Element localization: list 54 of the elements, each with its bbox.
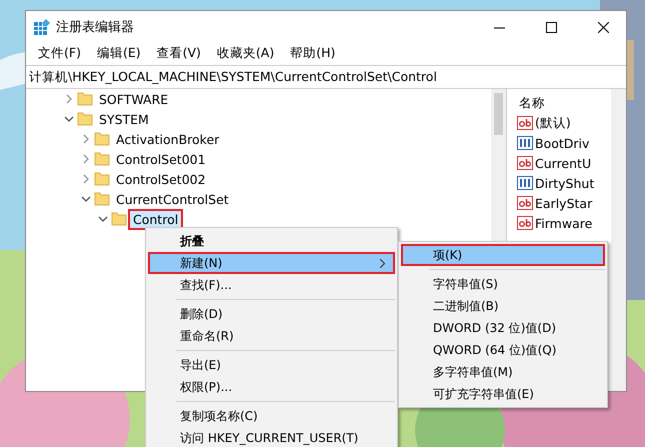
value-name[interactable]: Firmware: [535, 216, 592, 230]
folder-icon: [94, 192, 110, 206]
string-value-icon: [517, 216, 533, 230]
value-name[interactable]: EarlyStar: [535, 196, 592, 210]
scrollbar[interactable]: [611, 89, 626, 391]
menu-item[interactable]: 收藏夹(A): [208, 44, 282, 62]
value-name[interactable]: BootDriv: [535, 136, 590, 150]
string-value-icon: [517, 156, 533, 170]
tree-item[interactable]: ActivationBroker: [113, 130, 222, 148]
folder-icon: [77, 112, 93, 126]
menu-item[interactable]: 编辑(E): [88, 44, 149, 62]
context-menu-item[interactable]: 删除(D): [148, 303, 395, 325]
submenu-item[interactable]: 项(K): [401, 244, 605, 266]
folder-icon: [77, 92, 93, 106]
column-header[interactable]: 名称: [513, 93, 611, 113]
string-value-icon: [517, 116, 533, 130]
submenu-item[interactable]: QWORD (64 位)值(Q): [401, 339, 605, 361]
submenu-item[interactable]: 可扩充字符串值(E): [401, 383, 605, 405]
binary-value-icon: [517, 176, 533, 190]
context-menu-item[interactable]: 新建(N): [148, 252, 395, 274]
maximize-icon: [546, 22, 556, 32]
tree-item[interactable]: Control: [130, 210, 182, 228]
context-menu-item[interactable]: 复制项名称(C): [148, 405, 395, 427]
context-menu-item[interactable]: 折叠: [148, 230, 395, 252]
context-menu-item[interactable]: 重命名(R): [148, 325, 395, 347]
menu-item[interactable]: 帮助(H): [282, 44, 344, 62]
tree-item[interactable]: CurrentControlSet: [113, 190, 232, 208]
context-menu-item[interactable]: 导出(E): [148, 354, 395, 376]
folder-icon: [94, 152, 110, 166]
tree-item[interactable]: ControlSet002: [113, 170, 209, 188]
folder-icon: [111, 212, 127, 226]
close-icon: [598, 22, 608, 32]
tree-item[interactable]: ControlSet001: [113, 150, 209, 168]
string-value-icon: [517, 196, 533, 210]
context-menu-item[interactable]: 访问 HKEY_CURRENT_USER(T): [148, 427, 395, 447]
submenu-item[interactable]: 二进制值(B): [401, 295, 605, 317]
value-name[interactable]: (默认): [535, 114, 571, 132]
folder-icon: [94, 172, 110, 186]
submenu-item[interactable]: 字符串值(S): [401, 273, 605, 295]
context-menu-item[interactable]: 查找(F)...: [148, 274, 395, 296]
tree-item[interactable]: SOFTWARE: [96, 90, 172, 108]
context-menu-item[interactable]: 权限(P)...: [148, 376, 395, 398]
window-title: 注册表编辑器: [56, 19, 135, 36]
binary-value-icon: [517, 136, 533, 150]
value-name[interactable]: CurrentU: [535, 156, 592, 170]
submenu-item[interactable]: DWORD (32 位)值(D): [401, 317, 605, 339]
folder-icon: [94, 132, 110, 146]
address-field[interactable]: 计算机\HKEY_LOCAL_MACHINE\SYSTEM\CurrentControlSet\Control: [26, 65, 626, 89]
submenu-item[interactable]: 多字符串值(M): [401, 361, 605, 383]
registry-icon: [34, 19, 50, 35]
menu-item[interactable]: 查看(V): [148, 44, 209, 62]
value-name[interactable]: DirtyShut: [535, 176, 594, 190]
tree-item[interactable]: SYSTEM: [96, 110, 152, 128]
menu-item[interactable]: 文件(F): [30, 44, 89, 62]
